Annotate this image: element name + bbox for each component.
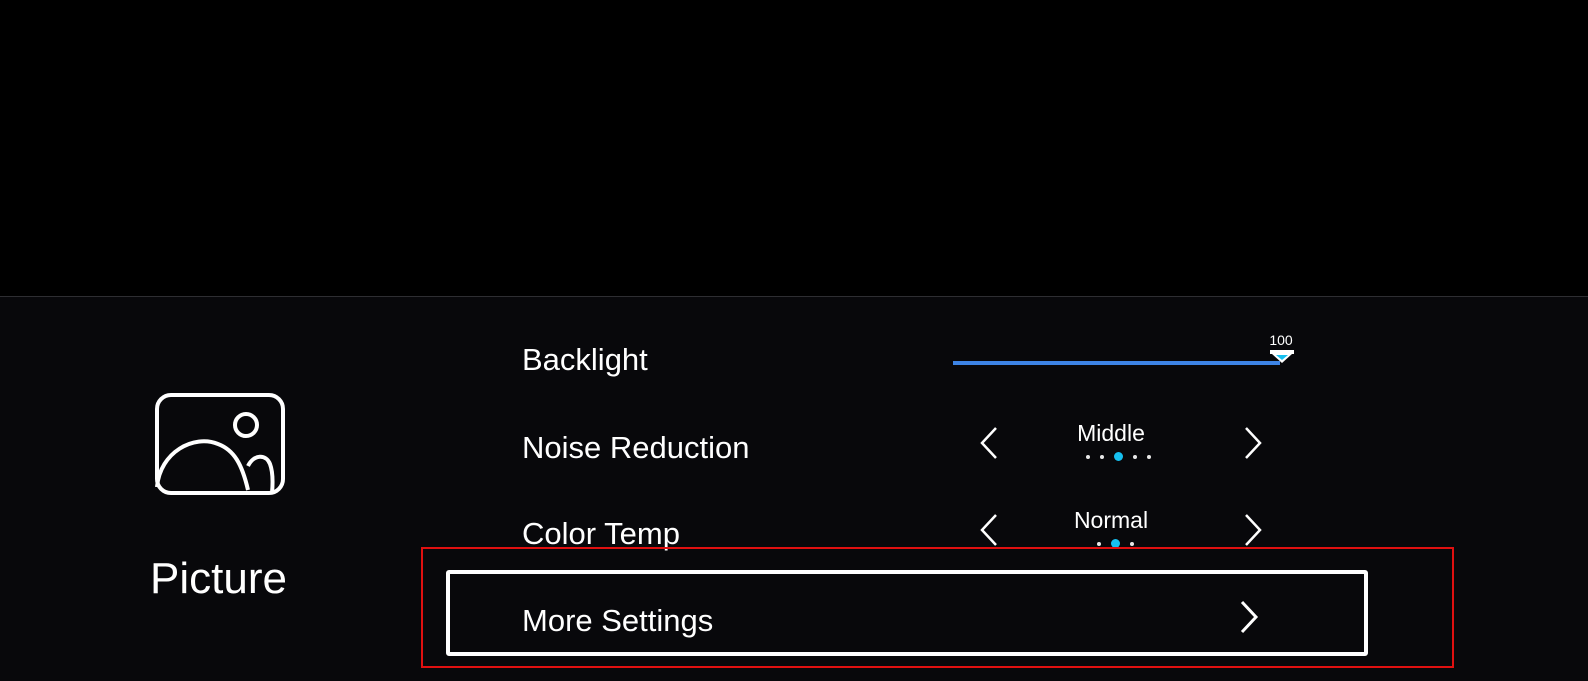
highlight-outline (421, 547, 1454, 668)
picture-icon (155, 393, 285, 495)
chevron-right-icon[interactable] (1242, 513, 1264, 547)
backlight-value: 100 (1269, 332, 1293, 348)
noise-reduction-value: Middle (1077, 420, 1145, 446)
backlight-slider[interactable] (953, 361, 1280, 365)
color-temp-value: Normal (1073, 507, 1149, 533)
chevron-left-icon[interactable] (978, 426, 1000, 460)
noise-reduction-label: Noise Reduction (522, 430, 750, 465)
backlight-label: Backlight (522, 342, 648, 377)
category-title: Picture (150, 554, 287, 603)
chevron-left-icon[interactable] (978, 513, 1000, 547)
chevron-right-icon[interactable] (1242, 426, 1264, 460)
noise-reduction-dots (1081, 452, 1156, 461)
video-preview-area (0, 0, 1588, 296)
slider-thumb-icon[interactable] (1270, 350, 1294, 364)
